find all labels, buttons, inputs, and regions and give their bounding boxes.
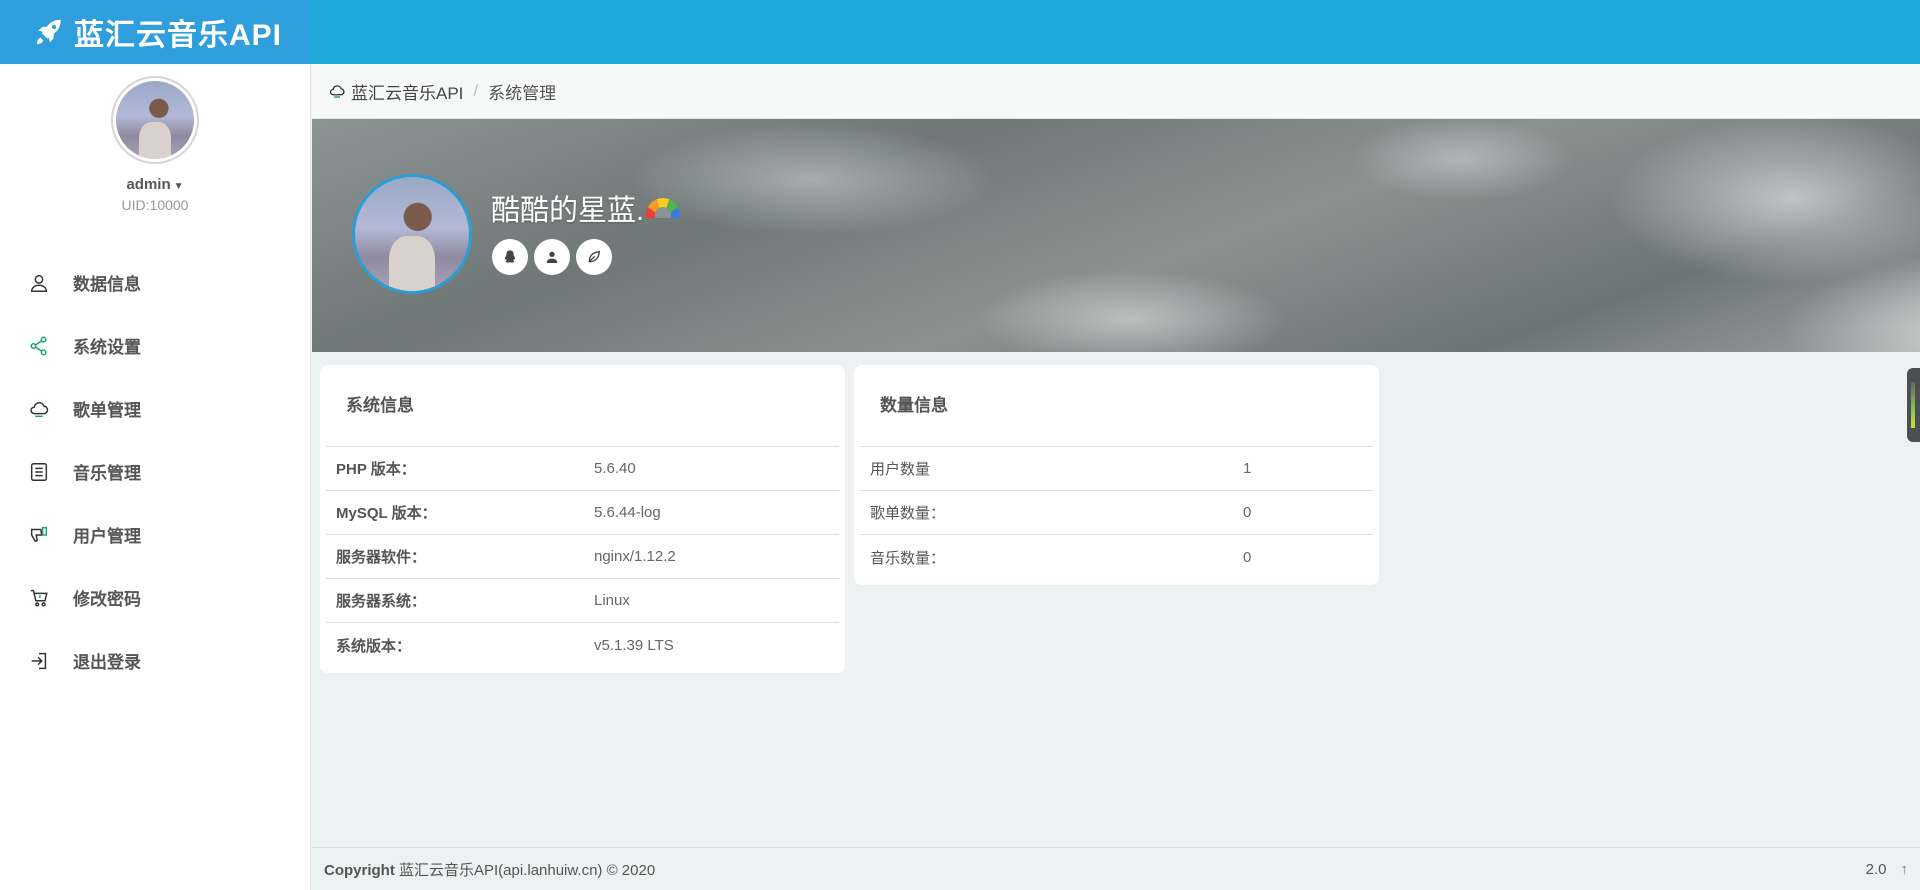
- social-links: [492, 239, 612, 275]
- sidebar-item-label: 歌单管理: [73, 401, 141, 420]
- row-key: 服务器软件：: [336, 549, 427, 566]
- row-key: 歌单数量：: [870, 505, 946, 522]
- row-key: PHP 版本：: [336, 461, 416, 478]
- brand[interactable]: 蓝汇云音乐API: [0, 0, 311, 64]
- table-row: 歌单数量： 0: [860, 491, 1373, 535]
- sidebar-nav: 数据信息 系统设置 歌单管理 音乐管理 用户管理 修改密码 退出登录: [0, 251, 310, 692]
- version: 2.0: [1865, 860, 1887, 878]
- sidebar-item-label: 音乐管理: [73, 464, 141, 483]
- username: admin: [126, 176, 171, 193]
- footer: Copyright 蓝汇云音乐API(api.lanhuiw.cn) © 202…: [312, 847, 1920, 890]
- user-uid: UID:10000: [121, 197, 189, 213]
- row-key: 系统版本：: [336, 637, 412, 655]
- sidebar-item-change-password[interactable]: 修改密码: [0, 566, 310, 629]
- rocket-icon: [36, 19, 62, 45]
- qq-button[interactable]: [492, 239, 528, 275]
- brand-name: 蓝汇云音乐API: [74, 19, 283, 52]
- share-icon: [30, 336, 47, 355]
- card-title: 系统信息: [326, 365, 839, 447]
- row-value: nginx/1.12.2: [594, 548, 676, 565]
- sidebar-item-label: 数据信息: [73, 275, 141, 294]
- table-row: PHP 版本： 5.6.40: [326, 447, 839, 491]
- row-value: 0: [1243, 504, 1252, 521]
- top-bar: 蓝汇云音乐API: [0, 0, 1920, 64]
- qq-icon: [505, 250, 515, 263]
- avatar-image: [116, 81, 194, 159]
- banner-avatar: [352, 174, 472, 294]
- table-row: 音乐数量： 0: [860, 535, 1373, 579]
- avatar-image: [355, 177, 469, 291]
- breadcrumb-separator: /: [473, 81, 479, 100]
- user-icon: [30, 274, 48, 292]
- table-row: MySQL 版本： 5.6.44-log: [326, 491, 839, 535]
- banner-nickname: 酷酷的星蓝.: [491, 187, 681, 229]
- system-info-card: 系统信息 PHP 版本： 5.6.40 MySQL 版本： 5.6.44-log 服…: [320, 365, 845, 673]
- sidebar-item-label: 系统设置: [73, 338, 141, 357]
- caret-down-icon: ▼: [173, 181, 184, 192]
- copyright-text: 蓝汇云音乐API(api.lanhuiw.cn) © 2020: [399, 861, 656, 879]
- sidebar-item-system-settings[interactable]: 系统设置: [0, 314, 310, 377]
- sidebar-item-label: 退出登录: [73, 653, 141, 672]
- user-icon: [546, 251, 558, 263]
- user-menu[interactable]: admin ▼: [0, 176, 310, 193]
- count-info-card: 数量信息 用户数量 1 歌单数量： 0 音乐数量： 0: [854, 365, 1379, 585]
- row-value: 5.6.40: [594, 460, 636, 477]
- row-value: Linux: [594, 592, 630, 609]
- table-row: 用户数量 1: [860, 447, 1373, 491]
- row-value: v5.1.39 LTS: [594, 636, 674, 654]
- list-icon: [30, 462, 48, 481]
- table-row: 服务器软件： nginx/1.12.2: [326, 535, 839, 579]
- row-key: 服务器系统：: [336, 593, 427, 610]
- cloud-icon: [30, 401, 49, 417]
- breadcrumb-current: 系统管理: [488, 83, 557, 103]
- logout-icon: [31, 652, 47, 669]
- cloud-icon: [329, 85, 345, 98]
- nickname-text: 酷酷的星蓝.: [491, 195, 645, 227]
- sidebar-item-users[interactable]: 用户管理: [0, 503, 310, 566]
- copyright-label: Copyright: [324, 861, 395, 879]
- sidebar-item-data-info[interactable]: 数据信息: [0, 251, 310, 314]
- sidebar-item-label: 修改密码: [73, 590, 141, 609]
- avatar[interactable]: [111, 76, 199, 164]
- side-widget-handle[interactable]: [1907, 368, 1920, 442]
- sidebar: admin ▼ UID:10000 数据信息 系统设置 歌单管理 音乐管理 用户管…: [0, 64, 311, 890]
- user-profile: admin ▼ UID:10000: [0, 64, 310, 213]
- cart-icon: [30, 589, 48, 607]
- copyright: Copyright 蓝汇云音乐API(api.lanhuiw.cn) © 202…: [324, 859, 655, 880]
- sidebar-item-playlists[interactable]: 歌单管理: [0, 377, 310, 440]
- sidebar-item-logout[interactable]: 退出登录: [0, 629, 310, 692]
- row-key: MySQL 版本：: [336, 505, 437, 522]
- row-value: 1: [1243, 460, 1252, 477]
- rainbow-icon: [646, 198, 681, 218]
- scroll-top-button[interactable]: ↑: [1901, 861, 1909, 878]
- leaf-button[interactable]: [576, 239, 612, 275]
- table-row: 服务器系统： Linux: [326, 579, 839, 623]
- row-key: 用户数量: [870, 461, 931, 478]
- footer-right: 2.0 ↑: [1866, 861, 1908, 878]
- profile-button[interactable]: [534, 239, 570, 275]
- row-value: 0: [1243, 548, 1252, 566]
- leaf-icon: [588, 250, 601, 263]
- breadcrumb-home[interactable]: 蓝汇云音乐API: [351, 79, 463, 104]
- table-row: 系统版本： v5.1.39 LTS: [326, 623, 839, 667]
- sidebar-item-music[interactable]: 音乐管理: [0, 440, 310, 503]
- breadcrumb: 蓝汇云音乐API / 系统管理: [312, 64, 1920, 119]
- card-title: 数量信息: [860, 365, 1373, 447]
- thumbs-down-icon: [30, 526, 48, 542]
- row-key: 音乐数量：: [870, 549, 946, 567]
- row-value: 5.6.44-log: [594, 504, 661, 521]
- profile-banner: 酷酷的星蓝.: [312, 119, 1920, 352]
- sidebar-item-label: 用户管理: [73, 527, 141, 546]
